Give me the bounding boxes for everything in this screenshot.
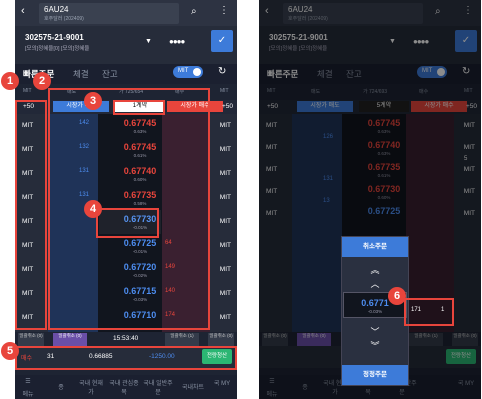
highlight-quantity bbox=[113, 100, 165, 115]
mit-toggle[interactable]: MIT bbox=[173, 66, 203, 78]
cancel-all-mit-buy[interactable]: 일괄취소 (0) bbox=[208, 333, 234, 346]
tab-balance[interactable]: 잔고 bbox=[102, 68, 118, 80]
symbol-name: 호주달러 (202409) bbox=[44, 16, 84, 22]
password-field[interactable]: ●●●● bbox=[169, 37, 185, 46]
cancel-all-sell[interactable]: 일괄취소 (0) bbox=[53, 333, 87, 346]
server-time: 15:53:40 bbox=[113, 335, 139, 342]
badge-1: 1 bbox=[1, 72, 19, 90]
refresh-icon[interactable]: ↻ bbox=[218, 66, 226, 77]
highlight-pending-order bbox=[404, 298, 454, 326]
mit-cell-right[interactable]: MIT bbox=[220, 290, 231, 297]
nav-item-3[interactable]: 국내 관심종목 bbox=[109, 378, 139, 396]
bottom-cancel-row: 일괄취소 (0) 일괄취소 (0) 15:53:40 일괄취소 (1) 일괄취소… bbox=[15, 332, 237, 346]
chevron-up-double-icon[interactable]: ︽ bbox=[342, 263, 408, 276]
order-popup: 취소주문 ︽ ︿ 0.6771 -0.03% ﹀ ︾ 정정주문 bbox=[341, 236, 409, 386]
badge-3: 3 bbox=[84, 92, 102, 110]
cancel-all-buy[interactable]: 일괄취소 (1) bbox=[165, 333, 199, 346]
badge-5: 5 bbox=[1, 342, 19, 360]
back-arrow-icon[interactable]: ‹ bbox=[21, 5, 25, 17]
nav-item-5[interactable]: 국내차트 bbox=[177, 382, 209, 391]
search-icon[interactable]: ⌕ bbox=[191, 6, 197, 17]
mit-cell-right[interactable]: MIT bbox=[220, 194, 231, 201]
chevron-down-icon[interactable]: ▼ bbox=[145, 38, 152, 45]
symbol-selector[interactable]: 6AU24 호주달러 (202409) bbox=[39, 3, 179, 24]
mit-cell-right[interactable]: MIT bbox=[220, 122, 231, 129]
nav-item-4[interactable]: 국내 일반주문 bbox=[143, 378, 173, 396]
chevron-down-icon[interactable]: ﹀ bbox=[342, 325, 408, 338]
mit-cell-right[interactable]: MIT bbox=[220, 266, 231, 273]
highlight-price-cell bbox=[96, 208, 159, 238]
confirm-button[interactable]: ✓ bbox=[211, 30, 233, 52]
mit-cell-right[interactable]: MIT bbox=[220, 170, 231, 177]
mit-cell-right[interactable]: MIT bbox=[220, 218, 231, 225]
nav-item-2[interactable]: 국내 현재가 bbox=[77, 378, 105, 396]
mit-cell-right[interactable]: MIT bbox=[220, 146, 231, 153]
cancel-all-mit-sell[interactable]: 일괄취소 (0) bbox=[18, 333, 44, 346]
highlight-position-row bbox=[15, 346, 237, 370]
mit-toggle-label: MIT bbox=[178, 68, 189, 74]
badge-6: 6 bbox=[388, 287, 406, 305]
highlight-mit-sell bbox=[15, 100, 47, 330]
bottom-nav: ☰ 메뉴 종 국내 현재가 국내 관심종목 국내 일반주문 국내차트 국 MY bbox=[15, 375, 237, 399]
modify-order-button[interactable]: 정정주문 bbox=[342, 365, 408, 385]
more-icon[interactable]: ⋮ bbox=[219, 5, 229, 16]
col-mit-right: MIT bbox=[220, 88, 229, 94]
account-number[interactable]: 302575-21-9001 bbox=[25, 33, 84, 42]
symbol-code: 6AU24 bbox=[44, 5, 69, 14]
col-mit-left: MIT bbox=[23, 88, 32, 94]
nav-item-6[interactable]: 국 MY bbox=[211, 378, 233, 387]
mit-cell-right[interactable]: MIT bbox=[220, 314, 231, 321]
selected-pct: -0.03% bbox=[367, 309, 383, 314]
cancel-order-button[interactable]: 취소주문 bbox=[342, 237, 408, 257]
mit-cell-right[interactable]: MIT bbox=[220, 242, 231, 249]
nav-item-1[interactable]: 종 bbox=[53, 382, 69, 391]
tab-executed[interactable]: 체결 bbox=[73, 68, 89, 80]
badge-2: 2 bbox=[33, 72, 51, 90]
toggle-knob bbox=[193, 68, 201, 76]
badge-4: 4 bbox=[84, 200, 102, 218]
right-phone-screen: ‹ 6AU24 호주달러 (202409) ⌕ ⋮ 302575-21-9001… bbox=[259, 0, 481, 399]
account-owner: [모의]정혜율[0] [모의]정혜율 bbox=[25, 46, 90, 52]
chevron-down-double-icon[interactable]: ︾ bbox=[342, 339, 408, 352]
plus50-right[interactable]: +50 bbox=[222, 103, 233, 110]
menu-icon[interactable]: ☰ bbox=[17, 378, 39, 385]
nav-menu[interactable]: 메뉴 bbox=[17, 389, 39, 398]
